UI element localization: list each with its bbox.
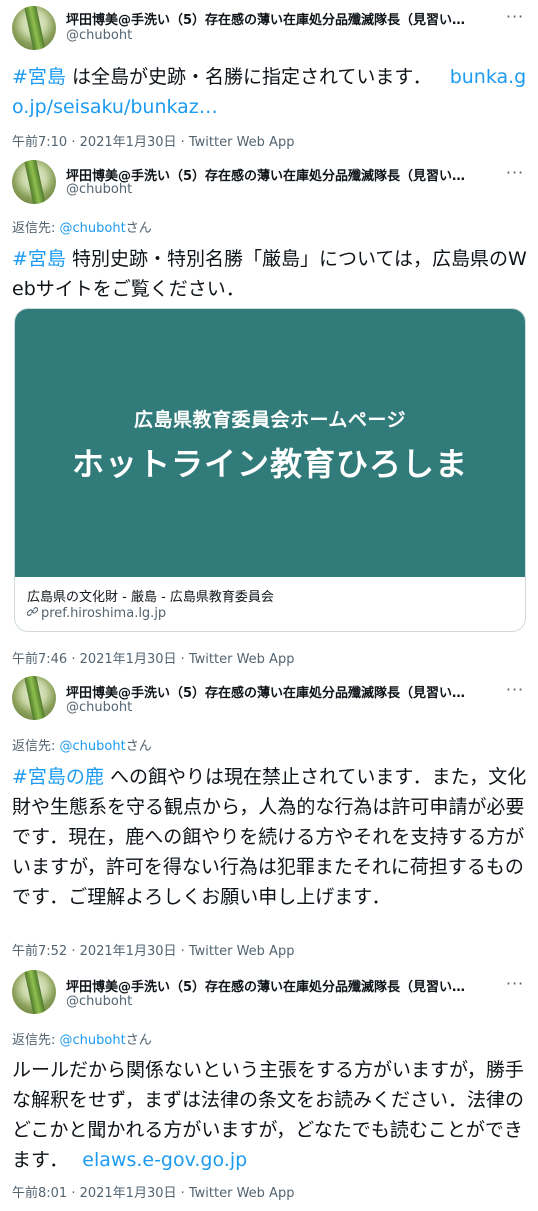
hashtag[interactable]: #宮島の鹿 (12, 766, 104, 788)
author-handle[interactable]: @chuboht (66, 994, 132, 1009)
card-image: 広島県教育委員会ホームページ ホットライン教育ひろしま (15, 309, 525, 577)
author-name[interactable]: 坪田博美@手洗い（5）存在感の薄い在庫処分品殲滅隊長（見習い… (66, 682, 486, 701)
tweet-text: #宮島 は全島が史跡・名勝に指定されています． bunka.go.jp/seis… (12, 62, 527, 122)
reply-suffix: さん (125, 739, 152, 754)
card-image-subtitle: 広島県教育委員会ホームページ (133, 409, 407, 431)
reply-to: 返信先: @chubohtさん (12, 735, 152, 754)
more-options-icon[interactable]: ··· (503, 165, 527, 182)
card-domain: pref.hiroshima.lg.jp (26, 606, 167, 621)
avatar[interactable] (12, 6, 56, 50)
reply-user-link[interactable]: @chuboht (60, 1033, 126, 1048)
reply-prefix: 返信先: (12, 1033, 60, 1048)
reply-suffix: さん (125, 1033, 152, 1048)
tweet-body: は全島が史跡・名勝に指定されています． (65, 66, 432, 88)
author-handle[interactable]: @chuboht (66, 28, 132, 43)
reply-prefix: 返信先: (12, 221, 60, 236)
author-handle[interactable]: @chuboht (66, 700, 132, 715)
more-options-icon[interactable]: ··· (503, 976, 527, 993)
reply-suffix: さん (125, 221, 152, 236)
card-title: 広島県の文化財 - 厳島 - 広島県教育委員会 (27, 590, 274, 605)
tweet-timestamp[interactable]: 午前8:01 · 2021年1月30日 · Twitter Web App (12, 1182, 294, 1201)
hashtag[interactable]: #宮島 (12, 248, 66, 270)
hashtag[interactable]: #宮島 (12, 66, 66, 88)
avatar[interactable] (12, 676, 56, 720)
reply-user-link[interactable]: @chuboht (60, 221, 126, 236)
author-name[interactable]: 坪田博美@手洗い（5）存在感の薄い在庫処分品殲滅隊長（見習い… (66, 976, 486, 995)
tweet-link[interactable]: elaws.e-gov.go.jp (82, 1149, 247, 1171)
reply-to: 返信先: @chubohtさん (12, 1029, 152, 1048)
author-name[interactable]: 坪田博美@手洗い（5）存在感の薄い在庫処分品殲滅隊長（見習い… (66, 9, 486, 28)
more-options-icon[interactable]: ··· (503, 9, 527, 26)
more-options-icon[interactable]: ··· (503, 682, 527, 699)
tweet-text: #宮島の鹿 への餌やりは現在禁止されています．また，文化財や生態系を守る観点から… (12, 762, 527, 912)
tweet-timestamp[interactable]: 午前7:46 · 2021年1月30日 · Twitter Web App (12, 648, 294, 667)
link-card[interactable]: 広島県教育委員会ホームページ ホットライン教育ひろしま 広島県の文化財 - 厳島… (14, 308, 526, 632)
card-image-title: ホットライン教育ひろしま (71, 445, 468, 483)
tweet-timestamp[interactable]: 午前7:10 · 2021年1月30日 · Twitter Web App (12, 131, 294, 150)
tweet-timestamp[interactable]: 午前7:52 · 2021年1月30日 · Twitter Web App (12, 940, 294, 959)
avatar[interactable] (12, 970, 56, 1014)
reply-to: 返信先: @chubohtさん (12, 217, 152, 236)
author-handle[interactable]: @chuboht (66, 182, 132, 197)
tweet-text: #宮島 特別史跡・特別名勝「厳島」については，広島県のWebサイトをご覧ください… (12, 244, 527, 304)
tweet-text: ルールだから関係ないという主張をする方がいますが，勝手な解釈をせず，まずは法律の… (12, 1055, 527, 1175)
reply-prefix: 返信先: (12, 739, 60, 754)
card-domain-text: pref.hiroshima.lg.jp (41, 606, 167, 621)
reply-user-link[interactable]: @chuboht (60, 739, 126, 754)
avatar[interactable] (12, 160, 56, 204)
tweet-body: 特別史跡・特別名勝「厳島」については，広島県のWebサイトをご覧ください． (12, 248, 527, 300)
link-icon (26, 606, 39, 621)
